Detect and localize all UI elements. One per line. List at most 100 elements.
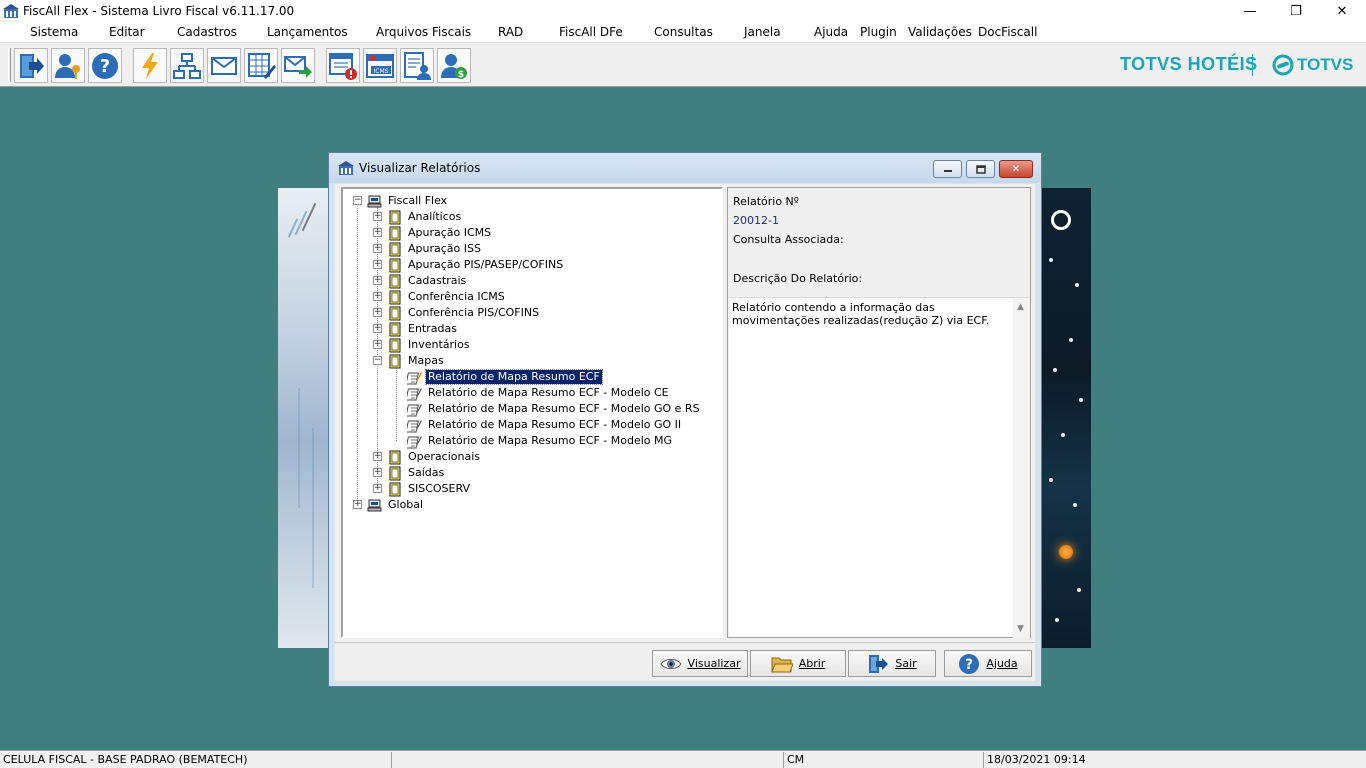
close-button[interactable]: ✕ [1319, 0, 1365, 22]
abrir-button[interactable]: Abrir [750, 650, 846, 677]
computer-icon [367, 195, 382, 207]
window-alert-button[interactable] [326, 48, 360, 83]
exit-icon [20, 53, 44, 78]
tree-node-report[interactable]: Relatório de Mapa Resumo ECF - Modelo GO… [407, 401, 702, 417]
tree-node-folder[interactable]: + Inventários [373, 337, 472, 353]
document-user-button[interactable] [400, 48, 434, 83]
exit-button[interactable] [14, 48, 48, 83]
tree-label: Inventários [408, 338, 470, 351]
collapse-icon[interactable]: − [353, 196, 362, 205]
dialog-minimize-button[interactable] [933, 160, 962, 178]
expand-icon[interactable]: + [373, 324, 382, 333]
dialog-maximize-button[interactable] [966, 160, 995, 178]
tree-label: Conferência PIS/COFINS [408, 306, 540, 319]
expand-icon[interactable]: + [373, 452, 382, 461]
dialog-close-button[interactable]: ✕ [999, 160, 1033, 178]
tree-node-folder[interactable]: + Saídas [373, 465, 446, 481]
ajuda-button[interactable]: ? Ajuda [944, 650, 1032, 677]
minimize-button[interactable]: — [1227, 0, 1273, 22]
description-scrollbar[interactable]: ▲ ▼ [1013, 298, 1030, 638]
collapse-icon[interactable]: − [373, 356, 382, 365]
status-datetime: 18/03/2021 09:14 [987, 753, 1086, 766]
menu-lancamentos[interactable]: Lançamentos [267, 25, 348, 39]
scroll-down-icon[interactable]: ▼ [1017, 624, 1024, 634]
sair-button[interactable]: Sair [848, 650, 936, 677]
tree-label: Relatório de Mapa Resumo ECF - Modelo GO… [428, 418, 682, 431]
menu-rad[interactable]: RAD [498, 25, 523, 39]
tree-node-folder[interactable]: + Operacionais [373, 449, 482, 465]
tree-label: Apuração ICMS [408, 226, 492, 239]
tree-label: Relatório de Mapa Resumo ECF - Modelo MG [428, 434, 673, 447]
tree-node-report[interactable]: Relatório de Mapa Resumo ECF - Modelo GO… [407, 417, 683, 433]
tree-node-report[interactable]: Relatório de Mapa Resumo ECF [407, 369, 603, 385]
tree-label: Analíticos [408, 210, 462, 223]
window-titlebar: FiscAll Flex - Sistema Livro Fiscal v6.1… [0, 0, 1366, 22]
icms-calendar-button[interactable]: ICMS [363, 48, 397, 83]
menu-editar[interactable]: Editar [109, 25, 145, 39]
user-money-icon: $ [441, 53, 467, 80]
menu-plugin[interactable]: Plugin [860, 25, 897, 39]
expand-icon[interactable]: + [373, 276, 382, 285]
tree-node-global[interactable]: + Global [353, 497, 425, 513]
network-button[interactable] [170, 48, 204, 83]
background-art-right [1041, 188, 1091, 648]
help-toolbar-button[interactable]: ? [88, 48, 122, 83]
expand-icon[interactable]: + [373, 244, 382, 253]
user-key-button[interactable] [51, 48, 85, 83]
svg-text:$: $ [458, 70, 464, 80]
scroll-up-icon[interactable]: ▲ [1017, 302, 1024, 312]
tree-node-folder[interactable]: + Analíticos [373, 209, 463, 225]
menu-janela[interactable]: Janela [744, 25, 781, 39]
tree-node-folder[interactable]: + Entradas [373, 321, 459, 337]
tree-node-folder[interactable]: + Apuração ICMS [373, 225, 493, 241]
minimize-icon [943, 170, 952, 172]
tree-node-folder[interactable]: + Apuração ISS [373, 241, 483, 257]
lightning-button[interactable] [133, 48, 167, 83]
user-money-button[interactable]: $ [437, 48, 471, 83]
tree-node-root[interactable]: − Fiscall Flex [353, 193, 449, 209]
tree-node-report[interactable]: Relatório de Mapa Resumo ECF - Modelo CE [407, 385, 671, 401]
menu-consultas[interactable]: Consultas [654, 25, 713, 39]
tree-label-selected: Relatório de Mapa Resumo ECF [425, 369, 603, 385]
expand-icon[interactable]: + [373, 340, 382, 349]
tree-node-report[interactable]: Relatório de Mapa Resumo ECF - Modelo MG [407, 433, 674, 449]
mail-send-button[interactable] [281, 48, 315, 83]
tree-label: Global [388, 498, 424, 511]
expand-icon[interactable]: + [353, 500, 362, 509]
menu-cadastros[interactable]: Cadastros [177, 25, 237, 39]
menu-arquivos-fiscais[interactable]: Arquivos Fiscais [376, 25, 471, 39]
menu-fiscall-dfe[interactable]: FiscAll DFe [559, 25, 623, 39]
restore-button[interactable]: ❐ [1273, 0, 1319, 22]
expand-icon[interactable]: + [373, 228, 382, 237]
description-textarea[interactable]: Relatório contendo a informação das movi… [729, 297, 1030, 638]
mail-button[interactable] [207, 48, 241, 83]
menu-docfiscall[interactable]: DocFiscall [978, 25, 1037, 39]
menu-validacoes[interactable]: Validações [908, 25, 972, 39]
expand-icon[interactable]: + [373, 308, 382, 317]
spreadsheet-edit-icon [248, 52, 276, 79]
tree-node-folder[interactable]: + Conferência ICMS [373, 289, 507, 305]
computer-icon [367, 499, 382, 511]
tree-node-folder[interactable]: + SISCOSERV [373, 481, 472, 497]
menu-sistema[interactable]: Sistema [30, 25, 78, 39]
expand-icon[interactable]: + [373, 468, 382, 477]
toolbar-grip[interactable] [8, 48, 11, 82]
abrir-label: Abrir [798, 657, 826, 670]
expand-icon[interactable]: + [373, 212, 382, 221]
dialog-body: − Fiscall Flex + Analíticos + Apuração ICM… [335, 184, 1035, 681]
tree-node-folder[interactable]: + Apuração PIS/PASEP/COFINS [373, 257, 565, 273]
expand-icon[interactable]: + [373, 260, 382, 269]
expand-icon[interactable]: + [373, 484, 382, 493]
tree-label: Operacionais [408, 450, 481, 463]
report-tree[interactable]: − Fiscall Flex + Analíticos + Apuração ICM… [341, 187, 723, 638]
tree-node-folder-mapas[interactable]: − Mapas [373, 353, 446, 369]
tree-line [396, 367, 397, 441]
tree-node-folder[interactable]: + Conferência PIS/COFINS [373, 305, 541, 321]
tree-label: Mapas [408, 354, 444, 367]
tree-node-folder[interactable]: + Cadastrais [373, 273, 468, 289]
visualizar-button[interactable]: Visualizar [652, 650, 748, 677]
menu-ajuda[interactable]: Ajuda [814, 25, 848, 39]
expand-icon[interactable]: + [373, 292, 382, 301]
lightning-icon [142, 52, 158, 79]
spreadsheet-edit-button[interactable] [244, 48, 278, 83]
